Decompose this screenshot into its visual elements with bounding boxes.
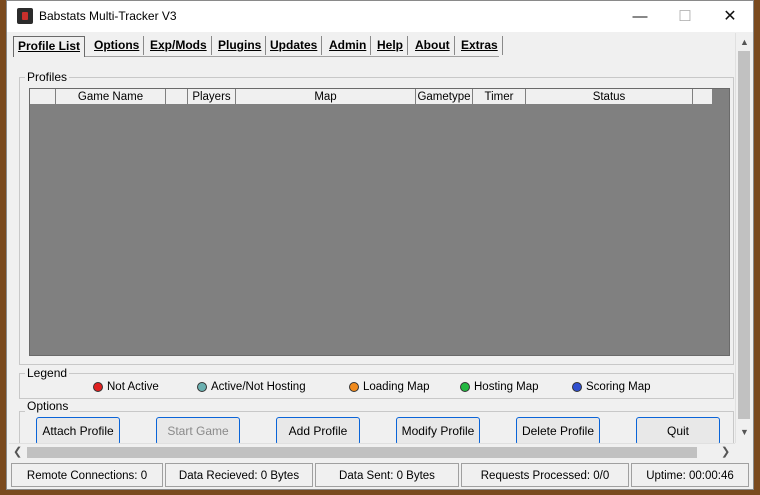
window-title: Babstats Multi-Tracker V3 xyxy=(39,9,177,23)
column-header-map[interactable]: Map xyxy=(236,89,416,105)
close-icon[interactable]: ✕ xyxy=(707,1,753,32)
table-header: Game Name Players Map Gametype Timer Sta… xyxy=(30,89,713,105)
vertical-scrollbar[interactable]: ▲ ▼ xyxy=(735,33,753,443)
column-header-extra[interactable] xyxy=(693,89,713,105)
horizontal-scrollbar[interactable]: ❮ ❯ xyxy=(9,443,735,461)
scroll-right-icon[interactable]: ❯ xyxy=(721,444,730,461)
profiles-table[interactable]: Game Name Players Map Gametype Timer Sta… xyxy=(29,88,730,356)
options-group xyxy=(19,411,734,445)
scroll-down-icon[interactable]: ▼ xyxy=(736,427,753,437)
tab-plugins[interactable]: Plugins xyxy=(214,36,267,55)
maximize-icon[interactable]: ☐ xyxy=(662,1,708,32)
tab-options[interactable]: Options xyxy=(90,36,145,55)
main-window: Babstats Multi-Tracker V3 — ☐ ✕ Profile … xyxy=(6,0,754,490)
modify-profile-button[interactable]: Modify Profile xyxy=(396,417,480,445)
tab-profile-list[interactable]: Profile List xyxy=(13,36,86,57)
minimize-icon[interactable]: — xyxy=(617,1,663,32)
column-header-game-name[interactable]: Game Name xyxy=(56,89,166,105)
tab-updates[interactable]: Updates xyxy=(266,36,323,55)
title-bar[interactable]: Babstats Multi-Tracker V3 — ☐ ✕ xyxy=(7,1,753,32)
tab-help[interactable]: Help xyxy=(373,36,409,55)
legend-group-label: Legend xyxy=(25,366,70,380)
scroll-up-icon[interactable]: ▲ xyxy=(736,37,753,47)
green-status-icon xyxy=(460,382,470,392)
add-profile-button[interactable]: Add Profile xyxy=(276,417,360,445)
column-header-select[interactable] xyxy=(30,89,56,105)
status-remote-connections: Remote Connections: 0 xyxy=(11,463,163,487)
column-header-gametype[interactable]: Gametype xyxy=(416,89,473,105)
legend-active-not-hosting: Active/Not Hosting xyxy=(211,381,306,393)
column-header-timer[interactable]: Timer xyxy=(473,89,526,105)
tab-about[interactable]: About xyxy=(411,36,455,55)
legend-not-active: Not Active xyxy=(107,381,159,393)
legend-scoring-map: Scoring Map xyxy=(586,381,651,393)
tab-bar: Profile List Options Exp/Mods Plugins Up… xyxy=(13,36,503,57)
start-game-button[interactable]: Start Game xyxy=(156,417,240,445)
delete-profile-button[interactable]: Delete Profile xyxy=(516,417,600,445)
tab-admin[interactable]: Admin xyxy=(325,36,372,55)
tab-exp-mods[interactable]: Exp/Mods xyxy=(146,36,212,55)
orange-status-icon xyxy=(349,382,359,392)
status-data-sent: Data Sent: 0 Bytes xyxy=(315,463,459,487)
status-data-received: Data Recieved: 0 Bytes xyxy=(165,463,313,487)
attach-profile-button[interactable]: Attach Profile xyxy=(36,417,120,445)
profiles-group-label: Profiles xyxy=(25,70,70,84)
horizontal-scroll-thumb[interactable] xyxy=(27,447,697,458)
column-header-status[interactable]: Status xyxy=(526,89,693,105)
legend-hosting-map: Hosting Map xyxy=(474,381,539,393)
column-header-players[interactable]: Players xyxy=(188,89,236,105)
tab-extras[interactable]: Extras xyxy=(457,36,503,55)
vertical-scroll-thumb[interactable] xyxy=(738,51,750,419)
status-requests-processed: Requests Processed: 0/0 xyxy=(461,463,629,487)
options-group-label: Options xyxy=(25,399,71,413)
scroll-left-icon[interactable]: ❮ xyxy=(13,444,22,461)
quit-button[interactable]: Quit xyxy=(636,417,720,445)
blue-status-icon xyxy=(572,382,582,392)
column-header-blank[interactable] xyxy=(166,89,188,105)
red-status-icon xyxy=(93,382,103,392)
app-icon xyxy=(17,8,33,24)
teal-status-icon xyxy=(197,382,207,392)
legend-loading-map: Loading Map xyxy=(363,381,430,393)
status-uptime: Uptime: 00:00:46 xyxy=(631,463,749,487)
status-bar: Remote Connections: 0 Data Recieved: 0 B… xyxy=(9,463,752,489)
